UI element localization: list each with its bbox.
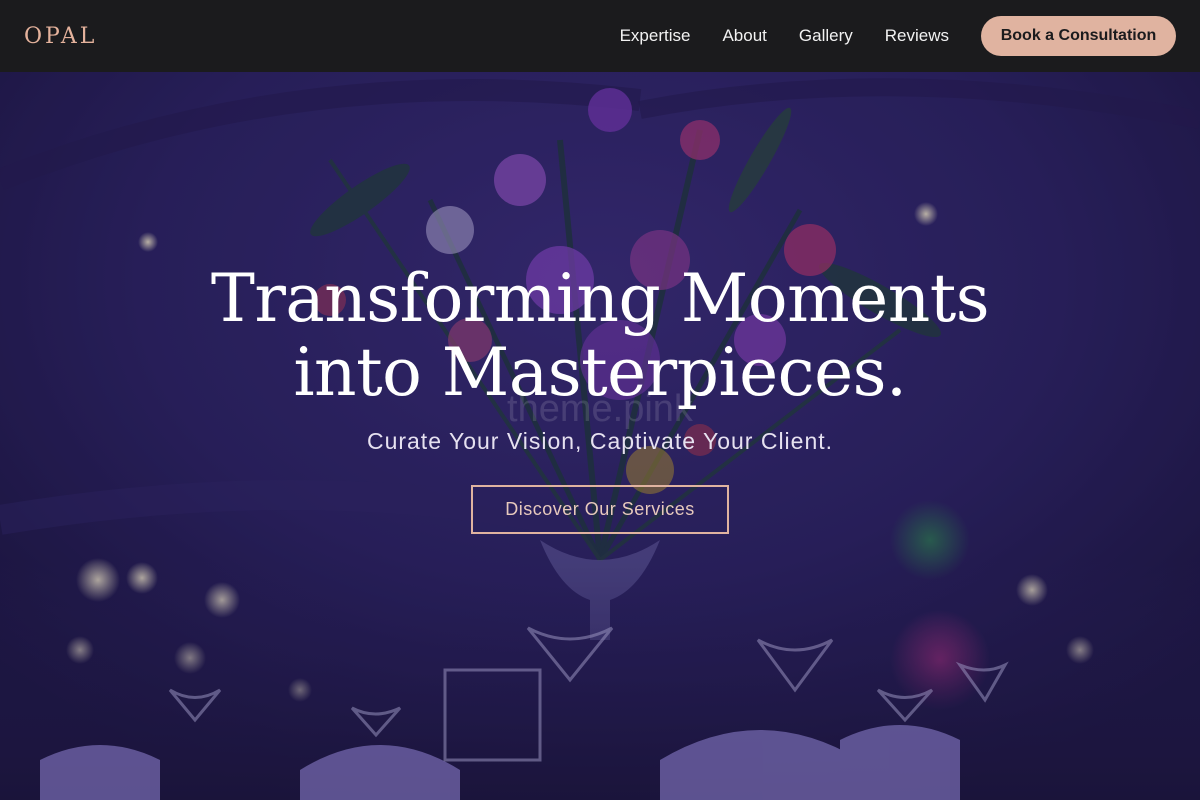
- nav-link-reviews[interactable]: Reviews: [885, 26, 949, 46]
- nav-link-about[interactable]: About: [722, 26, 766, 46]
- discover-services-button[interactable]: Discover Our Services: [471, 485, 729, 534]
- top-navbar: OPAL Expertise About Gallery Reviews Boo…: [0, 0, 1200, 72]
- brand-logo[interactable]: OPAL: [24, 24, 97, 49]
- hero-title: Transforming Moments into Masterpieces.: [0, 262, 1200, 410]
- hero-section: theme.pink Transforming Moments into Mas…: [0, 0, 1200, 800]
- nav-link-expertise[interactable]: Expertise: [620, 26, 691, 46]
- hero-subtitle: Curate Your Vision, Captivate Your Clien…: [366, 428, 834, 454]
- hero-content: Transforming Moments into Masterpieces. …: [0, 262, 1200, 534]
- nav-link-gallery[interactable]: Gallery: [799, 26, 853, 46]
- nav-links: Expertise About Gallery Reviews Book a C…: [620, 16, 1176, 56]
- hero-title-line1: Transforming Moments: [210, 260, 990, 337]
- book-consultation-button[interactable]: Book a Consultation: [981, 16, 1176, 56]
- hero-title-line2: into Masterpieces.: [293, 334, 907, 411]
